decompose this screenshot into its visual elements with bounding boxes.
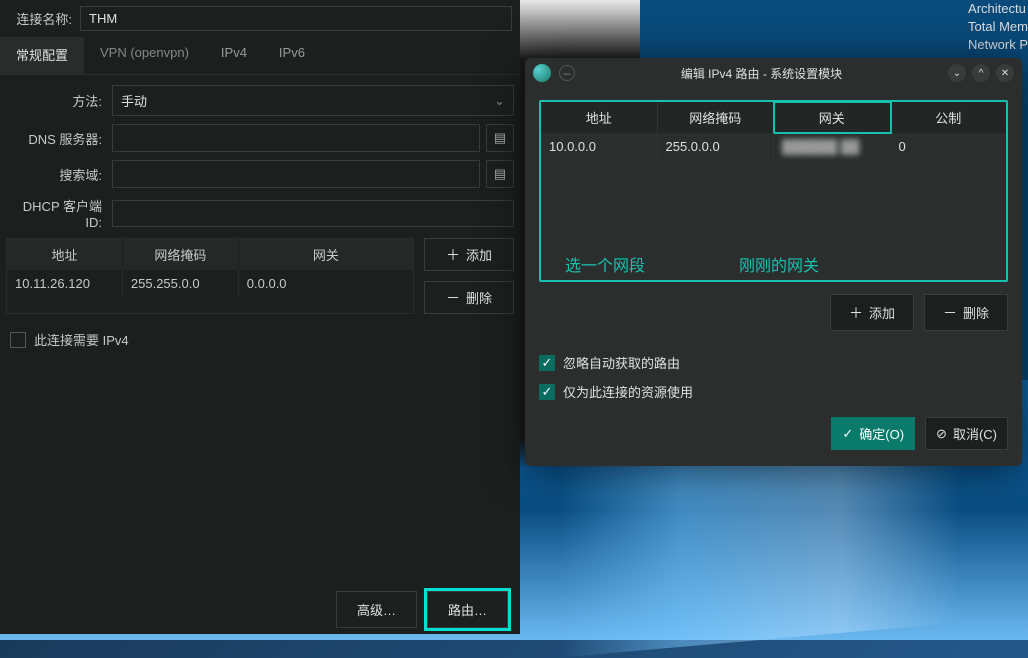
ipv4-routes-dialog: – 编辑 IPv4 路由 - 系统设置模块 ⌄ ^ ✕ 地址 网络掩码 网关 公…: [525, 58, 1022, 466]
dns-input[interactable]: [112, 124, 480, 152]
window-maximize-button[interactable]: ^: [972, 64, 990, 82]
only-this-connection-checkbox[interactable]: ✓: [539, 384, 555, 400]
ignore-auto-routes-label: 忽略自动获取的路由: [563, 353, 680, 372]
window-minimize-button[interactable]: ⌄: [948, 64, 966, 82]
method-value: 手动: [121, 91, 147, 110]
table-row[interactable]: 10.11.26.120 255.255.0.0 0.0.0.0: [7, 270, 413, 297]
tab-bar: 常规配置 VPN (openvpn) IPv4 IPv6: [0, 37, 520, 75]
cell-address: 10.11.26.120: [7, 270, 123, 297]
dns-label: DNS 服务器:: [6, 129, 112, 148]
col-gateway: 网关: [239, 239, 413, 270]
search-domain-edit-button[interactable]: ▤: [486, 160, 514, 188]
advanced-button[interactable]: 高级…: [336, 591, 417, 628]
connection-name-label: 连接名称:: [8, 9, 80, 28]
remove-address-button[interactable]: － 删除: [424, 281, 514, 314]
route-col-netmask: 网络掩码: [658, 102, 775, 133]
list-icon: ▤: [494, 166, 506, 182]
dns-edit-button[interactable]: ▤: [486, 124, 514, 152]
add-route-button[interactable]: ＋ 添加: [830, 294, 914, 331]
ignore-auto-routes-checkbox[interactable]: ✓: [539, 355, 555, 371]
sysinfo-net: Network P: [968, 36, 1028, 54]
list-icon: ▤: [494, 130, 506, 146]
route-cell-gateway: ██████ ██: [774, 133, 891, 160]
route-cell-metric: 0: [891, 133, 1007, 160]
col-address: 地址: [7, 239, 123, 270]
minus-icon: －: [446, 291, 460, 305]
routes-button[interactable]: 路由…: [427, 591, 508, 628]
check-icon: ✓: [842, 426, 853, 442]
system-info-panel: Architectu Total Mem Network P: [968, 0, 1028, 54]
tab-general[interactable]: 常规配置: [0, 37, 84, 74]
require-ipv4-label: 此连接需要 IPv4: [34, 330, 129, 349]
tab-ipv6[interactable]: IPv6: [263, 37, 321, 74]
tab-ipv4[interactable]: IPv4: [205, 37, 263, 74]
annotation-segment: 选一个网段: [565, 252, 645, 276]
check-icon: ✓: [542, 384, 553, 400]
search-domain-label: 搜索域:: [6, 165, 112, 184]
route-row[interactable]: 10.0.0.0 255.0.0.0 ██████ ██ 0: [541, 133, 1006, 160]
connection-name-input[interactable]: [80, 6, 512, 31]
plus-icon: ＋: [446, 248, 460, 262]
check-icon: ✓: [542, 355, 553, 371]
dhcp-client-id-label: DHCP 客户端 ID:: [6, 196, 112, 230]
route-cell-netmask: 255.0.0.0: [658, 133, 775, 160]
network-settings-window: 连接名称: 常规配置 VPN (openvpn) IPv4 IPv6 方法: 手…: [0, 0, 520, 634]
cell-netmask: 255.255.0.0: [123, 270, 239, 297]
col-netmask: 网络掩码: [123, 239, 239, 270]
ok-button[interactable]: ✓ 确定(O): [831, 417, 915, 450]
require-ipv4-checkbox[interactable]: [10, 332, 26, 348]
cancel-button[interactable]: ⊘ 取消(C): [925, 417, 1008, 450]
routes-table[interactable]: 地址 网络掩码 网关 公制 10.0.0.0 255.0.0.0 ██████ …: [539, 100, 1008, 282]
plus-icon: ＋: [849, 306, 863, 320]
method-select[interactable]: 手动 ⌄: [112, 85, 514, 116]
sysinfo-mem: Total Mem: [968, 18, 1028, 36]
minus-icon: －: [943, 306, 957, 320]
route-col-address: 地址: [541, 102, 658, 133]
route-col-metric: 公制: [891, 102, 1007, 133]
method-label: 方法:: [6, 91, 112, 110]
add-address-button[interactable]: ＋ 添加: [424, 238, 514, 271]
cell-gateway: 0.0.0.0: [239, 270, 413, 297]
annotation-gateway: 刚刚的网关: [739, 252, 819, 276]
tab-vpn[interactable]: VPN (openvpn): [84, 37, 205, 74]
remove-route-button[interactable]: － 删除: [924, 294, 1008, 331]
window-close-button[interactable]: ✕: [996, 64, 1014, 82]
route-cell-address: 10.0.0.0: [541, 133, 658, 160]
chevron-down-icon: ⌄: [494, 93, 505, 109]
only-this-connection-label: 仅为此连接的资源使用: [563, 382, 693, 401]
window-collapse-button[interactable]: –: [559, 65, 575, 81]
globe-icon: [533, 64, 551, 82]
route-col-gateway: 网关: [774, 102, 891, 133]
dhcp-client-id-input[interactable]: [112, 200, 514, 227]
ip-address-table[interactable]: 地址 网络掩码 网关 10.11.26.120 255.255.0.0 0.0.…: [6, 238, 414, 314]
search-domain-input[interactable]: [112, 160, 480, 188]
cancel-icon: ⊘: [936, 426, 947, 442]
sysinfo-arch: Architectu: [968, 0, 1028, 18]
dialog-title: 编辑 IPv4 路由 - 系统设置模块: [583, 65, 940, 82]
